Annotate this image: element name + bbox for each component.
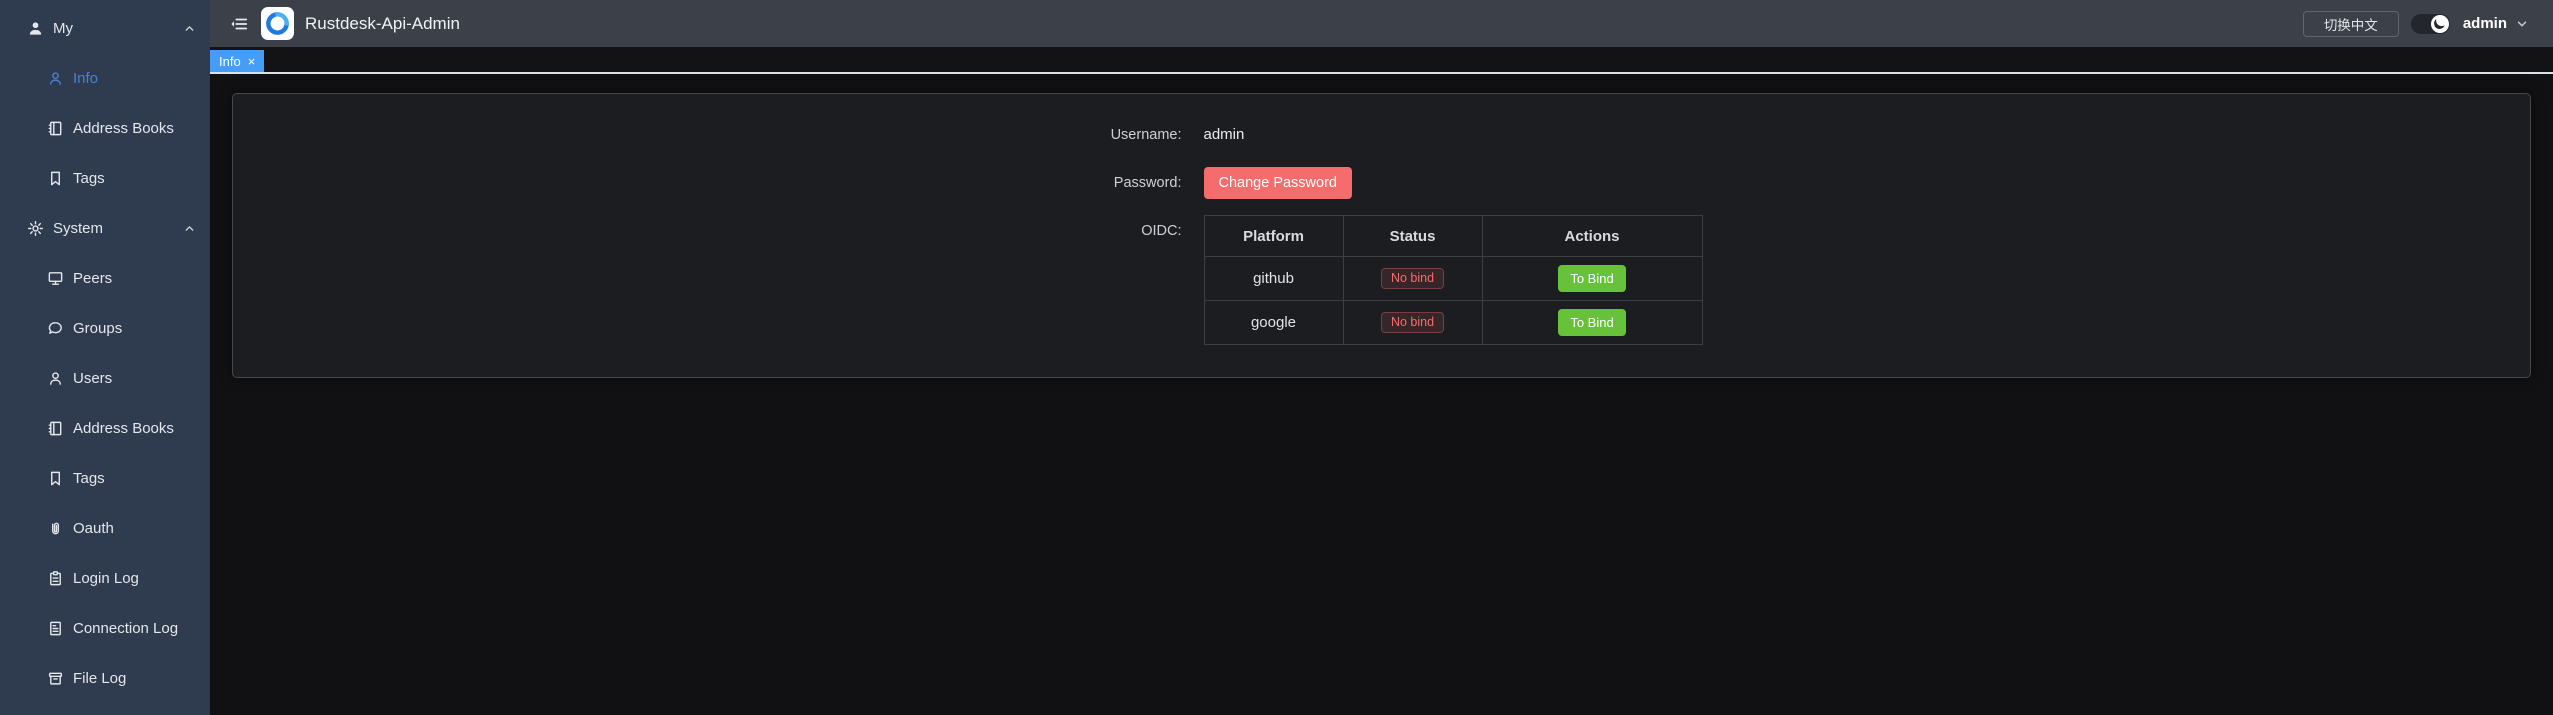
sidebar-item-groups[interactable]: Groups — [0, 303, 210, 353]
topbar: Rustdesk-Api-Admin 切换中文 admin — [210, 0, 2553, 47]
status-cell: No bind — [1343, 257, 1482, 301]
sidebar-section-label: System — [53, 220, 103, 237]
status-badge: No bind — [1381, 312, 1444, 334]
actions-cell: To Bind — [1482, 301, 1702, 345]
to-bind-button[interactable]: To Bind — [1558, 309, 1625, 336]
sidebar-item-login-log[interactable]: Login Log — [0, 553, 210, 603]
oidc-header-actions: Actions — [1482, 216, 1702, 257]
to-bind-button[interactable]: To Bind — [1558, 265, 1625, 292]
bookmark-icon — [47, 470, 64, 487]
sidebar-item-label: Address Books — [73, 420, 174, 437]
oidc-header-status: Status — [1343, 216, 1482, 257]
sidebar-item-tags[interactable]: Tags — [0, 153, 210, 203]
info-panel: Username: admin Password: Change Passwor… — [232, 93, 2531, 378]
username-value: admin — [1204, 126, 1245, 143]
sidebar-item-label: Connection Log — [73, 620, 178, 637]
sidebar-item-label: Tags — [73, 470, 105, 487]
clipboard-icon — [47, 570, 64, 587]
notebook-icon — [47, 120, 64, 137]
rustdesk-logo-icon — [261, 7, 294, 40]
user-icon — [47, 70, 64, 87]
monitor-icon — [47, 270, 64, 287]
status-cell: No bind — [1343, 301, 1482, 345]
sidebar-item-file-log[interactable]: File Log — [0, 653, 210, 703]
chevron-up-icon — [183, 222, 196, 235]
archive-icon — [47, 670, 64, 687]
toggle-knob — [2431, 15, 2449, 33]
platform-cell: github — [1204, 257, 1343, 301]
sidebar-fold-icon[interactable] — [230, 15, 248, 33]
app-title: Rustdesk-Api-Admin — [305, 14, 460, 34]
status-badge: No bind — [1381, 268, 1444, 290]
chat-icon — [47, 320, 64, 337]
sidebar-section-label: My — [53, 20, 73, 37]
sidebar-item-address-books[interactable]: Address Books — [0, 103, 210, 153]
sidebar-item-label: Oauth — [73, 520, 114, 537]
sidebar-item-label: File Log — [73, 670, 126, 687]
password-label: Password: — [1062, 167, 1182, 199]
dark-mode-toggle[interactable] — [2411, 14, 2450, 34]
sidebar-item-label: Groups — [73, 320, 122, 337]
sidebar-item-address-books-system[interactable]: Address Books — [0, 403, 210, 453]
sidebar-item-tags-system[interactable]: Tags — [0, 453, 210, 503]
document-icon — [47, 620, 64, 637]
change-password-button[interactable]: Change Password — [1204, 167, 1353, 199]
user-menu[interactable]: admin — [2463, 15, 2529, 32]
sidebar-item-oauth[interactable]: Oauth — [0, 503, 210, 553]
notebook-icon — [47, 420, 64, 437]
sidebar-item-label: Login Log — [73, 570, 139, 587]
sidebar-item-peers[interactable]: Peers — [0, 253, 210, 303]
user-icon — [47, 370, 64, 387]
username-display: admin — [2463, 15, 2507, 32]
bookmark-icon — [47, 170, 64, 187]
oidc-table: Platform Status Actions github No bind — [1204, 215, 1703, 345]
paperclip-icon — [47, 520, 64, 537]
chevron-up-icon — [183, 22, 196, 35]
sidebar-item-info[interactable]: Info — [0, 53, 210, 103]
sidebar-item-label: Address Books — [73, 120, 174, 137]
info-form: Username: admin Password: Change Passwor… — [1062, 94, 1702, 377]
platform-cell: google — [1204, 301, 1343, 345]
oidc-label: OIDC: — [1062, 215, 1182, 345]
sidebar-item-label: Info — [73, 70, 98, 87]
user-icon — [27, 20, 44, 37]
sidebar: My Info Address Books Tags System — [0, 0, 210, 715]
username-row: Username: admin — [1062, 119, 1702, 151]
sidebar-section-system[interactable]: System — [0, 203, 210, 253]
sidebar-item-connection-log[interactable]: Connection Log — [0, 603, 210, 653]
tab-bar: Info × — [210, 47, 2553, 74]
oidc-header-platform: Platform — [1204, 216, 1343, 257]
password-row: Password: Change Password — [1062, 167, 1702, 199]
tab-info[interactable]: Info × — [210, 50, 264, 72]
topbar-right: 切换中文 admin — [2303, 11, 2529, 37]
tab-label: Info — [219, 54, 241, 69]
switch-language-button[interactable]: 切换中文 — [2303, 11, 2399, 37]
oidc-table-header-row: Platform Status Actions — [1204, 216, 1702, 257]
table-row: google No bind To Bind — [1204, 301, 1702, 345]
sidebar-section-my[interactable]: My — [0, 3, 210, 53]
gear-icon — [27, 220, 44, 237]
username-label: Username: — [1062, 119, 1182, 151]
chevron-down-icon — [2515, 17, 2529, 31]
main-content: Username: admin Password: Change Passwor… — [210, 76, 2553, 715]
actions-cell: To Bind — [1482, 257, 1702, 301]
close-icon[interactable]: × — [248, 55, 256, 68]
sidebar-item-users[interactable]: Users — [0, 353, 210, 403]
sidebar-item-label: Peers — [73, 270, 112, 287]
table-row: github No bind To Bind — [1204, 257, 1702, 301]
moon-icon — [2433, 16, 2447, 30]
sidebar-item-label: Users — [73, 370, 112, 387]
sidebar-item-label: Tags — [73, 170, 105, 187]
oidc-row: OIDC: Platform Status Actions gi — [1062, 215, 1702, 345]
